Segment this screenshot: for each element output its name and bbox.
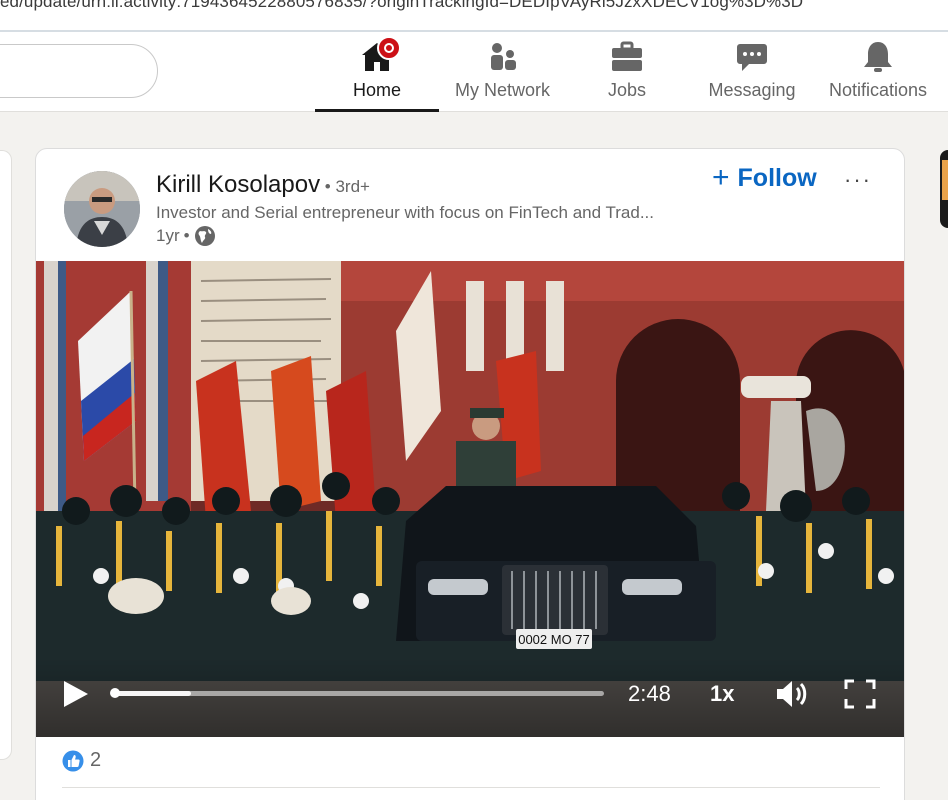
nav-item-label: My Network: [454, 80, 550, 100]
briefcase-icon: [612, 41, 642, 71]
reaction-count: 2: [90, 749, 102, 771]
nav-item-jobs[interactable]: Jobs: [584, 32, 670, 112]
chat-icon: [737, 44, 767, 71]
play-icon[interactable]: [62, 679, 90, 709]
follow-label: Follow: [737, 163, 817, 192]
meta-separator: •: [183, 226, 190, 245]
playback-speed-button[interactable]: 1x: [710, 681, 734, 707]
author-photo: [64, 171, 140, 247]
fullscreen-icon[interactable]: [844, 679, 876, 709]
top-nav: Home My Network Jobs Messaging Notificat…: [0, 32, 948, 112]
video-player[interactable]: 0002 MO 77 2:48 1x: [36, 261, 904, 737]
reactions-summary[interactable]: 2: [62, 749, 101, 772]
author-headline: Investor and Serial entrepreneur with fo…: [156, 203, 654, 222]
globe-icon: [194, 226, 215, 246]
follow-button[interactable]: + Follow: [712, 163, 817, 193]
url-text[interactable]: ed/update/urn:li:activity:71943645228805…: [0, 0, 803, 12]
progress-fill: [112, 691, 191, 696]
nav-item-label: Home: [352, 80, 401, 100]
post-meta: 1yr •: [156, 225, 216, 247]
progress-bar[interactable]: [110, 688, 604, 698]
bell-icon: [864, 42, 892, 72]
plus-icon: +: [712, 161, 730, 194]
video-controls: 2:48 1x: [36, 657, 904, 737]
connection-degree: • 3rd+: [320, 177, 370, 196]
network-icon: [490, 43, 516, 70]
nav-item-my-network[interactable]: My Network: [445, 32, 560, 112]
progress-scrubber[interactable]: [110, 688, 120, 698]
volume-icon[interactable]: [774, 677, 810, 711]
notification-badge: [377, 36, 401, 60]
license-plate-text: 0002 MO 77: [518, 632, 590, 647]
author-line: Kirill Kosolapov • 3rd+: [156, 171, 370, 199]
right-sidebar-card: [940, 150, 948, 228]
nav-item-label: Notifications: [828, 80, 928, 100]
left-sidebar-card: [0, 150, 12, 760]
duration: 2:48: [628, 681, 671, 706]
nav-item-label: Jobs: [607, 80, 647, 100]
nav-item-home[interactable]: Home: [315, 32, 439, 112]
like-icon: [62, 750, 84, 771]
nav-item-label: Messaging: [708, 80, 796, 100]
avatar[interactable]: [64, 171, 140, 247]
address-bar[interactable]: ed/update/urn:li:activity:71943645228805…: [0, 0, 948, 32]
nav-item-notifications[interactable]: Notifications: [822, 32, 934, 112]
active-underline: [315, 109, 439, 112]
divider: [62, 787, 880, 788]
author-name[interactable]: Kirill Kosolapov: [156, 171, 320, 198]
nav-item-messaging[interactable]: Messaging: [700, 32, 804, 112]
search-input[interactable]: [0, 44, 158, 98]
more-options-button[interactable]: ···: [844, 167, 872, 193]
feed-post-card: Kirill Kosolapov • 3rd+ Investor and Ser…: [35, 148, 905, 800]
post-time: 1yr: [156, 226, 180, 245]
